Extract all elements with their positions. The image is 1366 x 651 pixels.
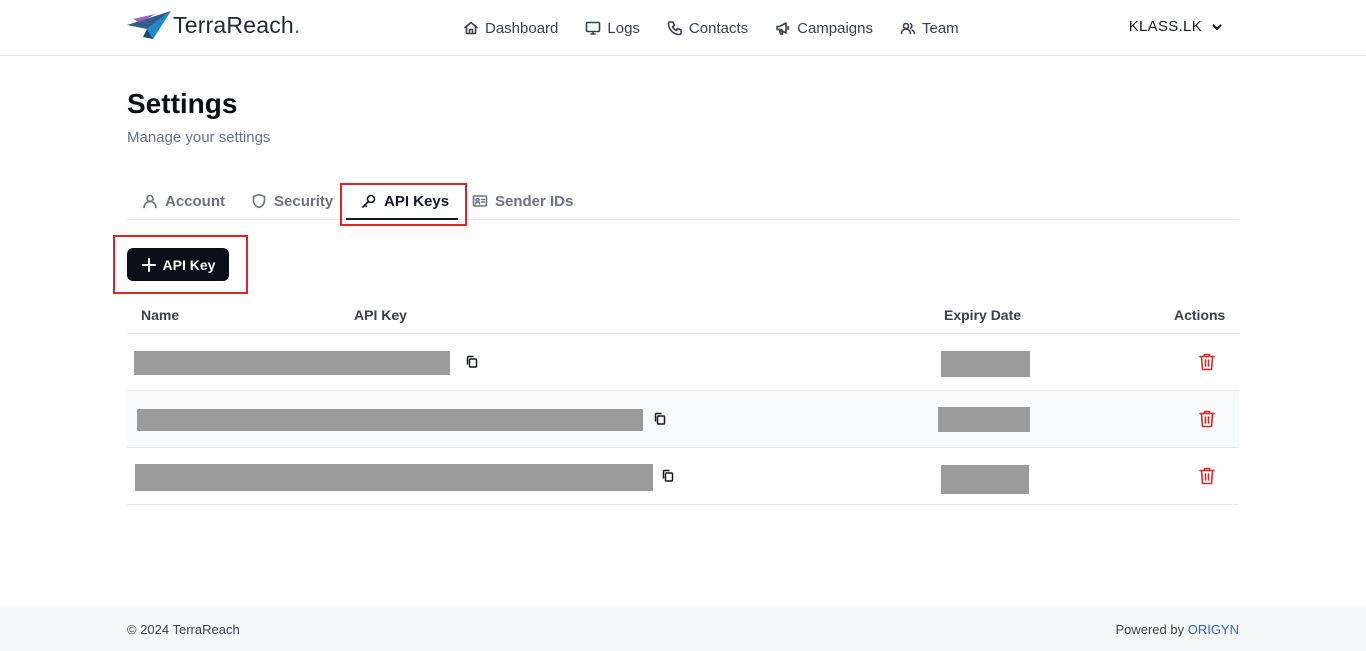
redacted-key-info (135, 464, 653, 491)
redacted-key-info (134, 351, 450, 375)
org-switcher[interactable]: KLASS.LK (1129, 18, 1224, 35)
tab-label: Security (274, 192, 334, 210)
page-subtitle: Manage your settings (127, 129, 271, 146)
settings-tabs: Account Security API Keys Sender IDs (127, 183, 1239, 220)
footer-copyright: © 2024 TerraReach (127, 622, 240, 637)
nav-item-logs[interactable]: Logs (585, 20, 640, 37)
column-header-expiry-date: Expiry Date (944, 307, 1022, 323)
table-row (127, 391, 1239, 448)
top-navbar: TerraReach. Dashboard Logs Contacts Camp… (0, 0, 1366, 56)
api-keys-table: Name API Key Expiry Date Actions (127, 297, 1239, 505)
page-footer: © 2024 TerraReach Powered by ORIGYN (0, 607, 1366, 651)
brand-logo[interactable]: TerraReach. (127, 9, 300, 41)
table-header: Name API Key Expiry Date Actions (127, 297, 1239, 334)
footer-powered-brand-link[interactable]: ORIGYN (1188, 622, 1239, 637)
active-tab-indicator (346, 218, 458, 220)
redacted-expiry-date (941, 351, 1030, 377)
nav-item-dashboard[interactable]: Dashboard (463, 20, 558, 37)
redacted-expiry-date (938, 407, 1030, 432)
nav-label: Dashboard (485, 19, 559, 37)
nav-item-contacts[interactable]: Contacts (667, 20, 748, 37)
add-api-key-label: API Key (162, 256, 216, 273)
column-header-actions: Actions (1174, 307, 1226, 323)
nav-label: Campaigns (797, 19, 873, 37)
redacted-key-info (137, 409, 643, 431)
user-icon (143, 194, 157, 209)
plus-icon (141, 257, 156, 272)
tab-label: Sender IDs (495, 192, 574, 210)
main-nav: Dashboard Logs Contacts Campaigns Team (463, 16, 986, 40)
paper-plane-logo-icon (127, 11, 171, 39)
nav-label: Contacts (688, 19, 749, 37)
copy-icon[interactable] (465, 355, 479, 369)
add-api-key-button[interactable]: API Key (127, 248, 229, 281)
nav-item-campaigns[interactable]: Campaigns (775, 20, 873, 37)
key-icon (362, 194, 376, 208)
home-icon (464, 21, 478, 35)
phone-icon (667, 21, 682, 36)
megaphone-icon (776, 22, 789, 35)
brand-name: TerraReach. (173, 11, 301, 38)
tab-label: API Keys (384, 192, 450, 210)
delete-trash-icon[interactable] (1198, 352, 1216, 372)
tab-api-keys[interactable]: API Keys (361, 183, 449, 219)
id-card-icon (472, 195, 488, 207)
redacted-expiry-date (941, 465, 1029, 494)
shield-icon (252, 193, 266, 209)
nav-label: Logs (607, 19, 640, 37)
tab-security[interactable]: Security (251, 183, 333, 219)
page-title: Settings (127, 88, 238, 119)
table-row (127, 334, 1239, 391)
nav-item-team[interactable]: Team (900, 20, 959, 37)
footer-powered-by: Powered by ORIGYN (1115, 622, 1239, 637)
tab-sender-ids[interactable]: Sender IDs (472, 183, 573, 219)
users-icon (900, 22, 916, 35)
copy-icon[interactable] (661, 469, 675, 483)
chevron-down-icon (1212, 23, 1222, 30)
monitor-icon (586, 21, 601, 35)
column-header-api-key: API Key (354, 307, 407, 323)
delete-trash-icon[interactable] (1198, 466, 1216, 486)
table-row (127, 448, 1239, 505)
copy-icon[interactable] (653, 412, 667, 426)
delete-trash-icon[interactable] (1198, 409, 1216, 429)
org-name: KLASS.LK (1128, 18, 1202, 35)
nav-label: Team (922, 19, 959, 37)
tab-account[interactable]: Account (142, 183, 225, 219)
column-header-name: Name (141, 307, 180, 323)
tab-label: Account (165, 192, 225, 210)
